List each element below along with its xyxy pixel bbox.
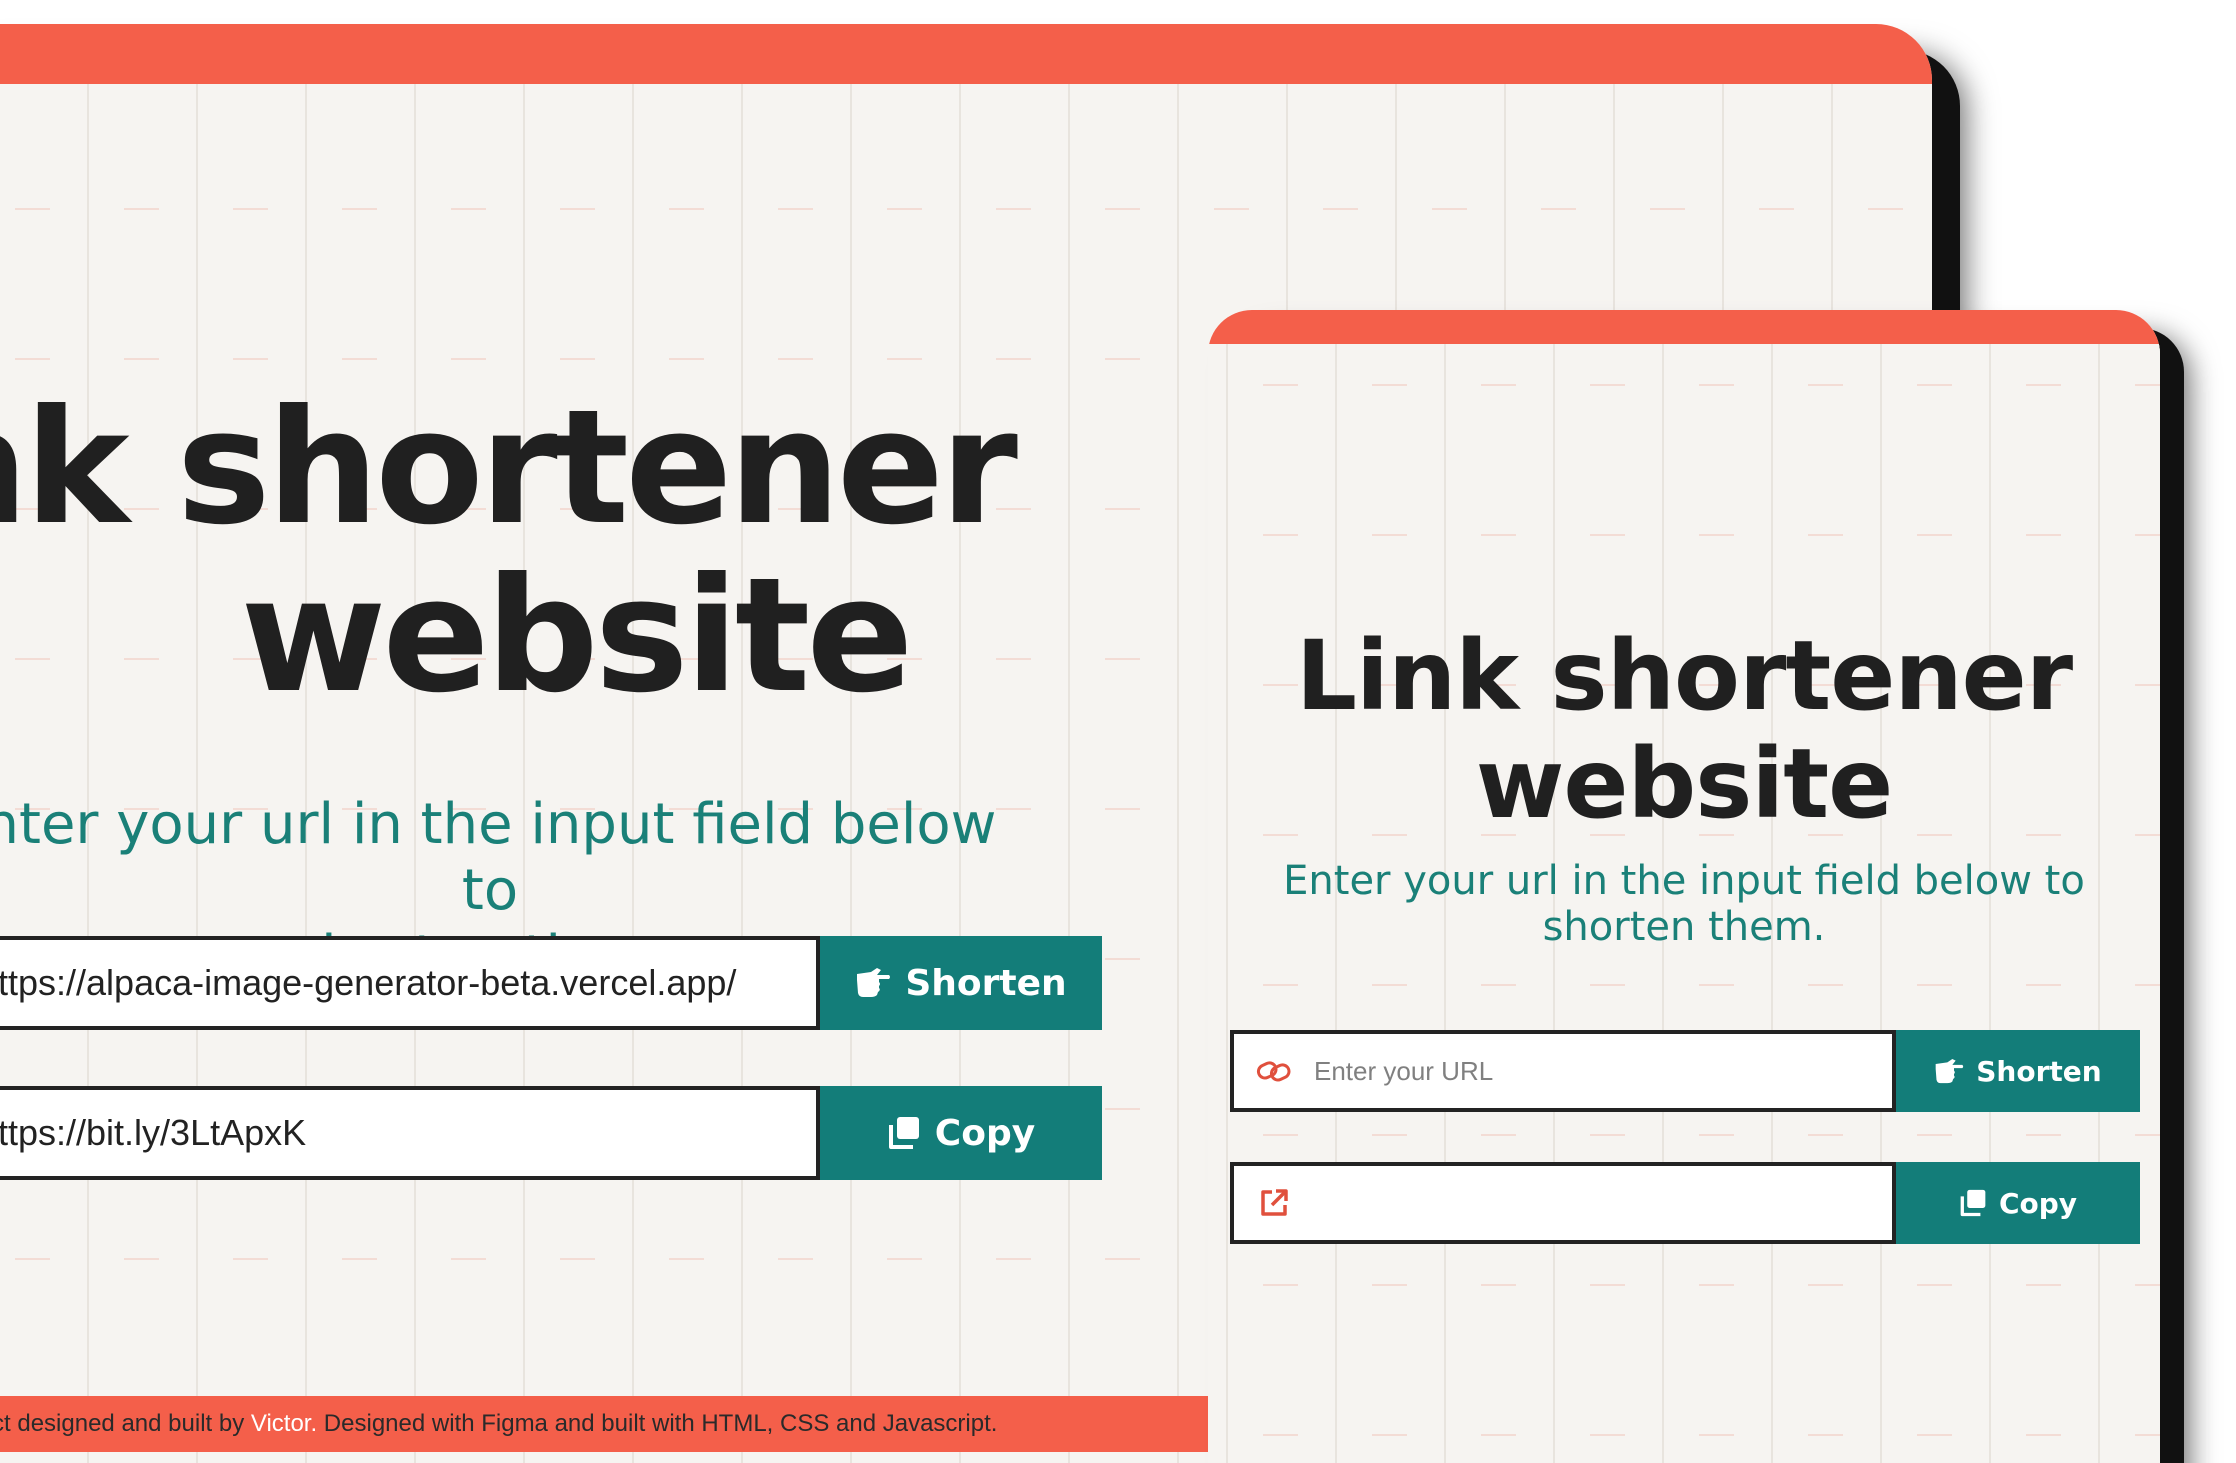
desktop-title-line-2: website: [240, 544, 913, 728]
mobile-shorten-button[interactable]: Shorten: [1896, 1030, 2140, 1112]
desktop-copy-label: Copy: [934, 1112, 1036, 1154]
mobile-url-input[interactable]: [1314, 1041, 1892, 1101]
desktop-page-title: nk shortener website: [0, 384, 1190, 720]
copy-icon: [1959, 1189, 1987, 1217]
mobile-url-field: [1230, 1030, 1896, 1112]
desktop-copy-button[interactable]: Copy: [820, 1086, 1102, 1180]
desktop-subtitle-line-1: nter your url in the input field below t…: [0, 792, 997, 923]
desktop-footer: oject designed and built by Victor. Desi…: [0, 1396, 1220, 1452]
desktop-result-field[interactable]: ttps://bit.ly/3LtApxK: [0, 1086, 820, 1180]
mobile-content: Link shortener website Enter your url in…: [1208, 344, 2160, 1463]
footer-author-link[interactable]: Victor.: [251, 1410, 317, 1437]
desktop-url-input[interactable]: ttps://alpaca-image-generator-beta.verce…: [0, 936, 820, 1030]
external-link-icon: [1234, 1188, 1314, 1218]
desktop-shorten-label: Shorten: [905, 962, 1067, 1004]
footer-prefix: oject designed and built by: [0, 1410, 245, 1437]
mobile-title-line-2: website: [1475, 728, 1894, 840]
desktop-top-bar: [0, 24, 1932, 84]
pointing-hand-icon: [855, 968, 891, 998]
desktop-result-row: ttps://bit.ly/3LtApxK Copy: [0, 1086, 1102, 1180]
pointing-hand-icon: [1934, 1058, 1964, 1084]
mobile-result-input[interactable]: [1314, 1173, 1892, 1233]
link-icon: [1234, 1059, 1314, 1083]
mobile-title-line-1: Link shortener: [1295, 620, 2073, 732]
mobile-subtitle-line-1: Enter your url in the input field below …: [1283, 858, 2085, 904]
footer-suffix: Designed with Figma and built with HTML,…: [317, 1410, 998, 1437]
mobile-subtitle-line-2: shorten them.: [1542, 904, 1826, 950]
mobile-url-row: Shorten: [1230, 1030, 2140, 1112]
mobile-page-title: Link shortener website: [1208, 622, 2160, 838]
mobile-shorten-label: Shorten: [1976, 1054, 2102, 1088]
mobile-window: Link shortener website Enter your url in…: [1208, 310, 2160, 1463]
mobile-result-row: Copy: [1230, 1162, 2140, 1244]
mobile-top-bar: [1208, 310, 2160, 344]
mobile-copy-button[interactable]: Copy: [1896, 1162, 2140, 1244]
mobile-result-field: [1230, 1162, 1896, 1244]
desktop-shorten-button[interactable]: Shorten: [820, 936, 1102, 1030]
copy-icon: [887, 1116, 921, 1150]
desktop-url-row: ttps://alpaca-image-generator-beta.verce…: [0, 936, 1102, 1030]
mobile-copy-label: Copy: [1998, 1186, 2078, 1220]
desktop-title-line-1: nk shortener: [0, 376, 1018, 560]
mobile-subtitle: Enter your url in the input field below …: [1208, 858, 2160, 950]
